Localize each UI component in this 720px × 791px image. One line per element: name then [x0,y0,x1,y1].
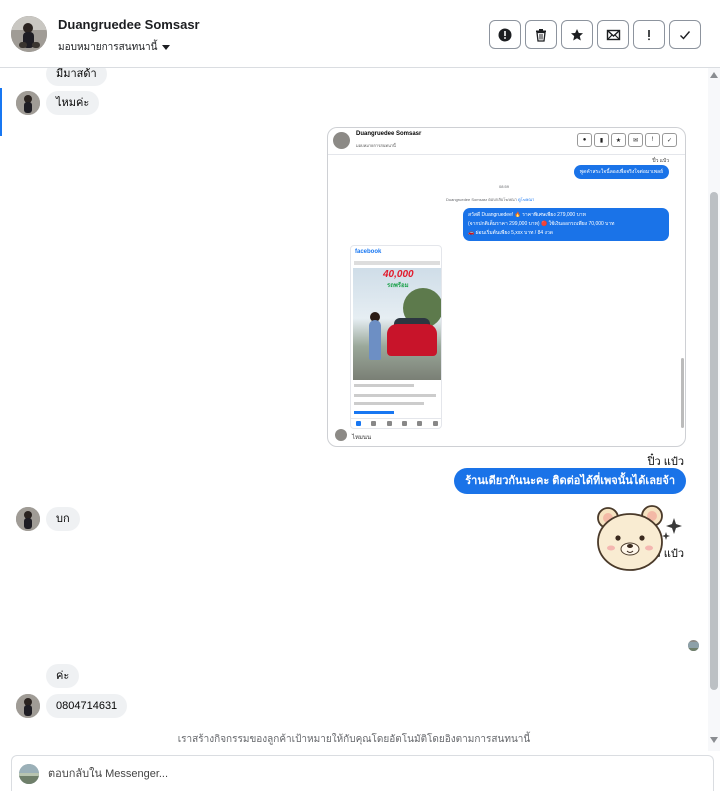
screenshot-system-line: Duangruedee Somsasr ตอบกลับโฆษณา ดูโฆษณา [446,197,535,202]
screenshot-time: 08:59 [499,184,510,189]
screenshot-header: Duangruedee Somsasr มอบหมายการสนทนานี้ ●… [328,128,685,155]
scroll-up-arrow-icon[interactable] [710,72,718,78]
outgoing-message[interactable]: ร้านเดียวกันนะคะ ติดต่อได้ที่เพจนั้นได้เ… [454,468,686,494]
reply-input[interactable] [48,762,688,786]
phone-nav-bar [351,418,441,428]
scrollbar-thumb[interactable] [710,192,718,690]
star-button[interactable] [561,20,593,49]
price-sub-banner: รถพร้อม [387,283,409,289]
mark-unread-icon [606,29,620,40]
exclamation-icon: ! [645,133,660,147]
screenshot-actions: ● ▮ ★ ✉ ! ✓ [577,133,677,147]
follow-up-button[interactable] [633,20,665,49]
contact-name[interactable]: Duangruedee Somsasr [58,17,200,32]
contact-avatar-small [16,91,40,115]
alert-circle-icon [498,28,512,41]
thread-scrollbar[interactable] [708,68,720,751]
car-photo: 40,000 รถพร้อม [353,268,441,380]
caret-down-icon [162,45,171,50]
shared-screenshot-image[interactable]: Duangruedee Somsasr มอบหมายการสนทนานี้ ●… [327,127,686,447]
screenshot-reply: ไหมนน [352,435,372,441]
incoming-message[interactable]: บก [46,507,80,531]
screenshot-scrollbar [681,358,684,428]
alert-circle-icon: ● [577,133,592,147]
trash-icon: ▮ [594,133,609,147]
delete-button[interactable] [525,20,557,49]
mark-unread-button[interactable] [597,20,629,49]
star-icon: ★ [611,133,626,147]
screenshot-avatar [333,132,350,149]
screenshot-sub-label: มอบหมายการสนทนานี้ [356,143,396,148]
exclamation-icon [648,29,650,40]
mark-done-button[interactable] [669,20,701,49]
checkmark-icon: ✓ [662,133,677,147]
contact-avatar-small [16,507,40,531]
price-banner: 40,000 [383,269,414,280]
star-icon [571,28,583,40]
contact-avatar-small [16,694,40,718]
assign-conversation-label: มอบหมายการสนทนานี้ [58,42,158,53]
mark-unread-icon: ✉ [628,133,643,147]
screenshot-facebook-post: facebook 40,000 รถพร้อม [350,245,442,429]
conversation-header: Duangruedee Somsasr มอบหมายการสนทนานี้ [0,0,720,68]
facebook-logo: facebook [355,249,382,255]
incoming-message[interactable]: ค่ะ [46,664,80,688]
screenshot-small-avatar [335,429,347,441]
incoming-message[interactable]: 0804714631 [46,694,128,718]
incoming-message[interactable]: มีมาสด้า [46,68,107,86]
bear-sticker[interactable] [594,504,686,574]
screenshot-bubble: พูดคำสระใจนี้ลองเพื่อจริงใจต่อมาเพลย์ [573,165,669,179]
screenshot-offer-bubble: สวัสดี Duangruedee! 🔥 ราคาพิเศษเพียง 279… [463,208,669,241]
message-thread[interactable]: มีมาสด้า ไหมค่ะ Duangruedee Somsasr มอบห… [0,68,708,751]
screenshot-sender: ปิ๋ว แป๋ว [652,158,669,164]
trash-icon [536,28,546,42]
incoming-message[interactable]: ไหมค่ะ [46,91,100,115]
scroll-down-arrow-icon[interactable] [710,737,718,743]
reply-composer [11,755,714,791]
report-spam-button[interactable] [489,20,521,49]
page-avatar [19,764,39,784]
assign-conversation-dropdown[interactable]: มอบหมายการสนทนานี้ [58,40,171,55]
lead-activity-footnote: เราสร้างกิจกรรมของลูกค้าเป้าหมายให้กับคุ… [177,734,531,745]
header-actions [489,20,701,49]
contact-avatar[interactable] [11,16,47,52]
checkmark-icon [680,30,691,40]
screenshot-contact-name: Duangruedee Somsasr [356,131,422,137]
read-receipt-avatar [688,640,699,651]
selection-indicator [0,88,2,136]
